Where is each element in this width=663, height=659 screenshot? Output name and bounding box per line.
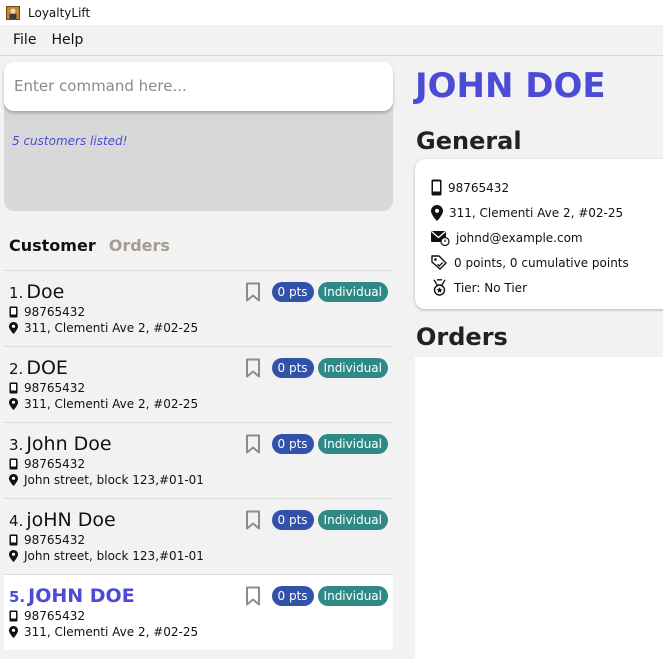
tab-orders[interactable]: Orders bbox=[109, 236, 170, 255]
points-badge: 0 pts bbox=[271, 434, 314, 454]
phone-icon bbox=[9, 382, 18, 394]
menu-bar: File Help bbox=[0, 25, 663, 56]
orders-panel bbox=[415, 357, 663, 659]
general-info-card: 98765432 311, Clementi Ave 2, #02-25 joh… bbox=[415, 159, 663, 309]
orders-section-title: Orders bbox=[416, 323, 508, 351]
customer-name: John Doe bbox=[26, 433, 112, 455]
customer-list: 1. Doe 98765432 311, Clementi Ave 2, #02… bbox=[4, 270, 393, 650]
phone-icon bbox=[9, 534, 18, 546]
detail-address: 311, Clementi Ave 2, #02-25 bbox=[449, 205, 624, 220]
customer-index: 4. bbox=[9, 512, 24, 530]
customer-type-badge: Individual bbox=[317, 434, 388, 454]
customer-address: John street, block 123,#01-01 bbox=[24, 549, 204, 563]
customer-phone: 98765432 bbox=[24, 305, 86, 319]
email-icon bbox=[431, 230, 450, 246]
customer-phone: 98765432 bbox=[24, 609, 86, 623]
bookmark-icon[interactable] bbox=[245, 586, 261, 606]
customer-name: JOHN DOE bbox=[28, 585, 135, 607]
customer-type-badge: Individual bbox=[317, 510, 388, 530]
detail-customer-name: JOHN DOE bbox=[415, 66, 606, 106]
customer-type-badge: Individual bbox=[317, 586, 388, 606]
detail-phone: 98765432 bbox=[448, 180, 510, 195]
customer-address: 311, Clementi Ave 2, #02-25 bbox=[24, 625, 199, 639]
location-pin-icon bbox=[9, 398, 18, 410]
customer-name: Doe bbox=[26, 281, 65, 303]
customer-phone: 98765432 bbox=[24, 533, 86, 547]
phone-icon bbox=[9, 458, 18, 470]
bookmark-icon[interactable] bbox=[245, 282, 261, 302]
customer-phone: 98765432 bbox=[24, 457, 86, 471]
bookmark-icon[interactable] bbox=[245, 358, 261, 378]
window-title: LoyaltyLift bbox=[28, 5, 91, 20]
customer-index: 1. bbox=[9, 284, 24, 302]
customer-card-selected[interactable]: 5. JOHN DOE 98765432 311, Clementi Ave 2… bbox=[4, 574, 393, 650]
phone-icon bbox=[431, 179, 442, 196]
location-pin-icon bbox=[9, 474, 18, 486]
command-box[interactable] bbox=[4, 62, 393, 111]
menu-help[interactable]: Help bbox=[51, 32, 83, 48]
points-badge: 0 pts bbox=[271, 282, 314, 302]
list-tabs: Customer Orders bbox=[9, 236, 183, 255]
medal-icon bbox=[433, 279, 446, 296]
customer-address: 311, Clementi Ave 2, #02-25 bbox=[24, 397, 199, 411]
customer-card[interactable]: 1. Doe 98765432 311, Clementi Ave 2, #02… bbox=[4, 270, 393, 346]
location-pin-icon bbox=[9, 550, 18, 562]
customer-type-badge: Individual bbox=[317, 358, 388, 378]
detail-email: johnd@example.com bbox=[456, 230, 583, 245]
menu-file[interactable]: File bbox=[13, 32, 36, 48]
detail-points: 0 points, 0 cumulative points bbox=[454, 255, 629, 270]
customer-address: 311, Clementi Ave 2, #02-25 bbox=[24, 321, 199, 335]
location-pin-icon bbox=[9, 322, 18, 334]
detail-tier: Tier: No Tier bbox=[454, 280, 528, 295]
customer-type-badge: Individual bbox=[317, 282, 388, 302]
customer-index: 2. bbox=[9, 360, 24, 378]
tab-customer[interactable]: Customer bbox=[9, 236, 96, 255]
result-message: 5 customers listed! bbox=[12, 134, 128, 148]
points-badge: 0 pts bbox=[271, 586, 314, 606]
general-section-title: General bbox=[416, 127, 522, 155]
customer-address: John street, block 123,#01-01 bbox=[24, 473, 204, 487]
customer-name: joHN Doe bbox=[26, 509, 116, 531]
customer-card[interactable]: 2. DOE 98765432 311, Clementi Ave 2, #02… bbox=[4, 346, 393, 422]
result-display: 5 customers listed! bbox=[4, 100, 393, 211]
points-badge: 0 pts bbox=[271, 358, 314, 378]
customer-card[interactable]: 4. joHN Doe 98765432 John street, block … bbox=[4, 498, 393, 574]
bookmark-icon[interactable] bbox=[245, 510, 261, 530]
location-pin-icon bbox=[9, 626, 18, 638]
title-bar: LoyaltyLift bbox=[0, 0, 663, 25]
customer-index: 5. bbox=[9, 588, 26, 606]
phone-icon bbox=[9, 610, 18, 622]
phone-icon bbox=[9, 306, 18, 318]
app-icon bbox=[6, 5, 20, 20]
command-input[interactable] bbox=[14, 77, 383, 95]
customer-name: DOE bbox=[26, 357, 68, 379]
customer-card[interactable]: 3. John Doe 98765432 John street, block … bbox=[4, 422, 393, 498]
customer-index: 3. bbox=[9, 436, 24, 454]
customer-phone: 98765432 bbox=[24, 381, 86, 395]
points-badge: 0 pts bbox=[271, 510, 314, 530]
bookmark-icon[interactable] bbox=[245, 434, 261, 454]
location-pin-icon bbox=[431, 204, 443, 221]
tag-icon bbox=[431, 254, 447, 270]
